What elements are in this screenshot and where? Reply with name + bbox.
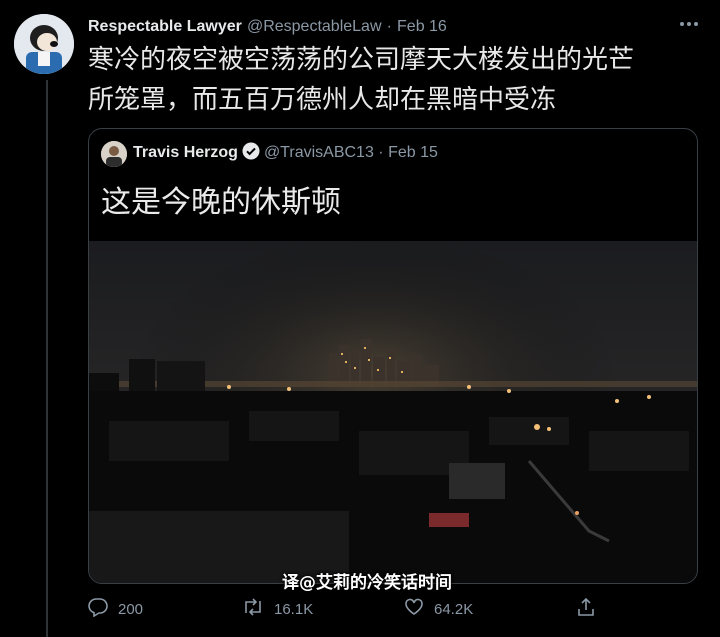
quoted-date[interactable]: Feb 15 (388, 144, 438, 161)
author-handle[interactable]: @RespectableLaw (247, 18, 382, 35)
tweet-text: 寒冷的夜空被空荡荡的公司摩天大楼发出的光芒 所笼罩，而五百万德州人却在黑暗中受冻 (88, 40, 708, 120)
tweet-actions: 200 16.1K 64.2K (88, 596, 628, 622)
author-name[interactable]: Respectable Lawyer (88, 18, 242, 35)
like-icon (404, 597, 434, 621)
thread-line (46, 80, 48, 637)
verified-icon (242, 142, 260, 165)
like-count: 64.2K (434, 600, 474, 618)
tweet-date[interactable]: Feb 16 (397, 18, 447, 35)
translator-watermark: 译@艾莉的冷笑话时间 (282, 573, 452, 593)
quoted-handle[interactable]: @TravisABC13 (264, 144, 374, 161)
retweet-count: 16.1K (274, 600, 314, 618)
retweet-button[interactable]: 16.1K (242, 596, 313, 622)
retweet-icon (242, 597, 274, 621)
houston-night-photo[interactable] (89, 241, 697, 583)
separator-dot: · (386, 18, 392, 35)
like-button[interactable]: 64.2K (404, 596, 473, 622)
reply-icon (88, 597, 118, 621)
reply-count: 200 (118, 600, 144, 618)
avatar[interactable] (14, 14, 74, 74)
tweet-header: Respectable Lawyer @RespectableLaw · Feb… (88, 16, 700, 40)
quoted-avatar[interactable] (101, 141, 127, 167)
quoted-header: Travis Herzog @TravisABC13 · Feb 15 (133, 142, 438, 165)
quoted-tweet[interactable]: Travis Herzog @TravisABC13 · Feb 15 这是今晚的… (88, 128, 698, 584)
reply-button[interactable]: 200 (88, 596, 143, 622)
quoted-author-name[interactable]: Travis Herzog (133, 144, 238, 161)
share-icon (576, 597, 606, 621)
share-button[interactable] (576, 596, 606, 622)
tweet-text-line: 所笼罩，而五百万德州人却在黑暗中受冻 (88, 85, 557, 115)
quoted-text: 这是今晚的休斯顿 (101, 185, 341, 220)
more-icon[interactable] (678, 14, 700, 34)
tweet-text-line: 寒冷的夜空被空荡荡的公司摩天大楼发出的光芒 (88, 45, 635, 75)
separator-dot: · (378, 144, 384, 161)
